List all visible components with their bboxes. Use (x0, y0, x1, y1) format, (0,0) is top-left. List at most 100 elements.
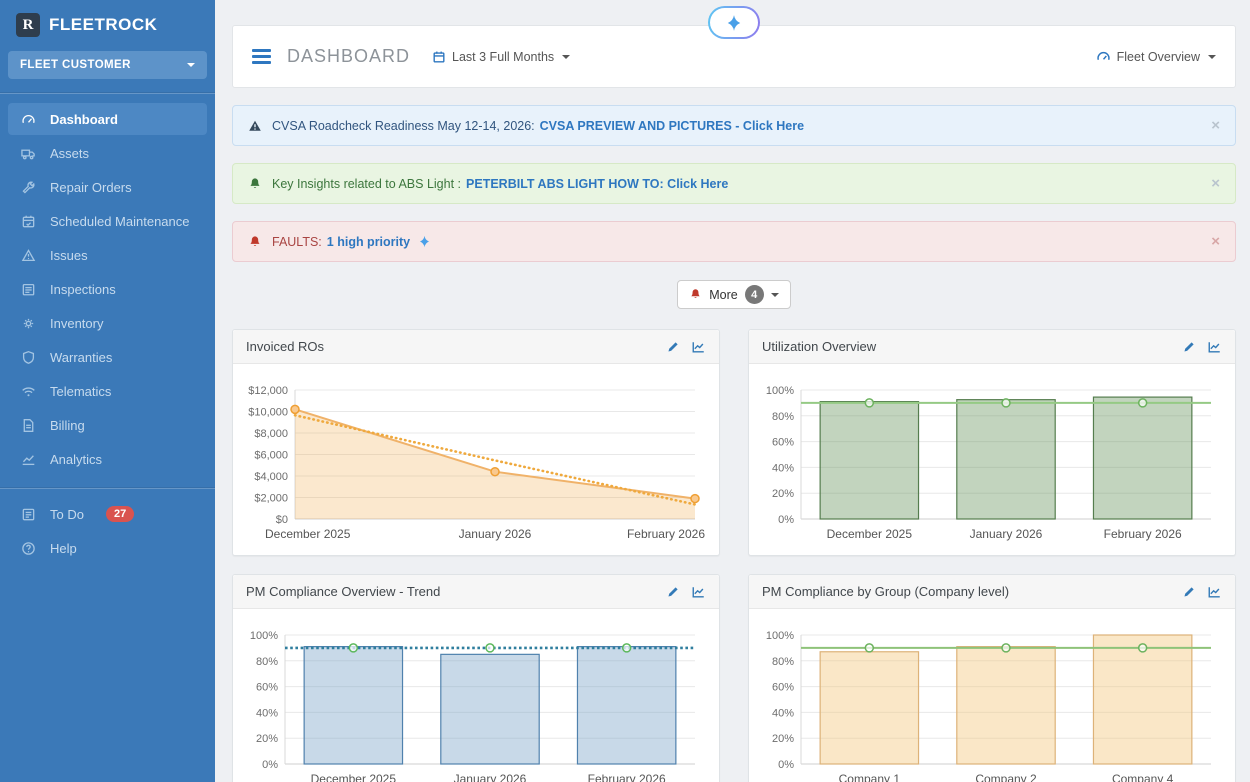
more-label: More (709, 288, 737, 302)
alert-text: FAULTS: (272, 235, 322, 249)
more-alerts-button[interactable]: More 4 (677, 280, 790, 309)
scope-dropdown[interactable]: Fleet Overview (1096, 49, 1216, 64)
bell-icon (689, 288, 702, 301)
sidebar-item-inventory[interactable]: Inventory (8, 307, 207, 339)
svg-text:Company 4: Company 4 (1112, 772, 1174, 782)
sidebar-item-issues[interactable]: Issues (8, 239, 207, 271)
close-icon[interactable]: × (1211, 118, 1220, 133)
bell-icon (248, 235, 262, 249)
menu-toggle-icon[interactable] (252, 49, 271, 64)
warning-icon (20, 247, 37, 263)
svg-text:0%: 0% (778, 759, 794, 771)
svg-text:$8,000: $8,000 (254, 428, 288, 440)
chart-type-icon[interactable] (1207, 585, 1222, 599)
date-range-dropdown[interactable]: Last 3 Full Months (432, 50, 570, 64)
chart-type-icon[interactable] (1207, 340, 1222, 354)
sparkle-icon (710, 8, 758, 37)
svg-text:20%: 20% (772, 488, 794, 500)
svg-text:February 2026: February 2026 (588, 772, 666, 782)
svg-text:60%: 60% (772, 682, 794, 694)
alert-link[interactable]: CVSA PREVIEW AND PICTURES - Click Here (540, 119, 804, 133)
sidebar-item-label: Assets (50, 146, 89, 161)
app-root: R FLEETROCK FLEET CUSTOMER Dashboard Asse… (0, 0, 1250, 782)
bell-icon (248, 177, 262, 191)
sidebar-item-label: Dashboard (50, 112, 118, 127)
edit-pencil-icon[interactable] (667, 585, 680, 598)
card-title: Utilization Overview (762, 339, 876, 354)
alerts-region: CVSA Roadcheck Readiness May 12-14, 2026… (232, 105, 1236, 262)
svg-text:February 2026: February 2026 (1104, 527, 1182, 541)
sidebar-footer-nav: To Do27 Help (0, 497, 215, 565)
svg-text:$6,000: $6,000 (254, 450, 288, 462)
svg-text:December 2025: December 2025 (827, 527, 913, 541)
card-title: Invoiced ROs (246, 339, 324, 354)
svg-text:December 2025: December 2025 (311, 772, 397, 782)
sidebar-item-warranties[interactable]: Warranties (8, 341, 207, 373)
chartline-icon (20, 451, 37, 467)
sidebar-item-label: Analytics (50, 452, 102, 467)
main-content: DASHBOARD Last 3 Full Months Fleet Overv… (215, 0, 1250, 782)
card-utilization-overview: Utilization Overview 0%20%40%60%80%100%D… (748, 329, 1236, 556)
document-icon (20, 417, 37, 433)
edit-pencil-icon[interactable] (1183, 340, 1196, 353)
tasks-icon (20, 506, 37, 522)
svg-text:January 2026: January 2026 (970, 527, 1043, 541)
brand-name: FLEETROCK (49, 15, 157, 35)
edit-pencil-icon[interactable] (1183, 585, 1196, 598)
calendar-icon (20, 213, 37, 229)
sidebar-item-billing[interactable]: Billing (8, 409, 207, 441)
sidebar-item-help[interactable]: Help (8, 532, 207, 564)
more-row: More 4 (232, 280, 1236, 309)
svg-text:Company 1: Company 1 (839, 772, 901, 782)
card-pm-compliance-by-group: PM Compliance by Group (Company level) 0… (748, 574, 1236, 782)
svg-text:60%: 60% (256, 682, 278, 694)
sidebar-item-repair-orders[interactable]: Repair Orders (8, 171, 207, 203)
fleet-customer-label: FLEET CUSTOMER (20, 59, 131, 71)
svg-text:Company 2: Company 2 (975, 772, 1037, 782)
svg-text:80%: 80% (772, 656, 794, 668)
svg-text:20%: 20% (772, 733, 794, 745)
shield-icon (20, 349, 37, 365)
alert-link[interactable]: 1 high priority (327, 235, 410, 249)
sidebar-item-assets[interactable]: Assets (8, 137, 207, 169)
card-header: PM Compliance Overview - Trend (233, 575, 719, 609)
svg-text:$2,000: $2,000 (254, 493, 288, 505)
page-title: DASHBOARD (287, 46, 410, 67)
card-title: PM Compliance Overview - Trend (246, 584, 440, 599)
chart-type-icon[interactable] (691, 340, 706, 354)
alert-banner-info: CVSA Roadcheck Readiness May 12-14, 2026… (232, 105, 1236, 146)
svg-text:100%: 100% (766, 385, 794, 397)
sidebar-item-label: Billing (50, 418, 85, 433)
svg-text:0%: 0% (778, 514, 794, 526)
close-icon[interactable]: × (1211, 234, 1220, 249)
alert-link[interactable]: PETERBILT ABS LIGHT HOW TO: Click Here (466, 177, 728, 191)
svg-text:0%: 0% (262, 759, 278, 771)
sidebar-item-inspections[interactable]: Inspections (8, 273, 207, 305)
sidebar-item-label: Help (50, 541, 77, 556)
sidebar-item-label: Inventory (50, 316, 103, 331)
sidebar-item-label: Issues (50, 248, 88, 263)
close-icon[interactable]: × (1211, 176, 1220, 191)
fleet-customer-dropdown[interactable]: FLEET CUSTOMER (8, 51, 207, 79)
sidebar-item-analytics[interactable]: Analytics (8, 443, 207, 475)
sidebar-item-telematics[interactable]: Telematics (8, 375, 207, 407)
chevron-down-icon (187, 63, 195, 67)
brand: R FLEETROCK (0, 0, 215, 47)
svg-text:20%: 20% (256, 733, 278, 745)
svg-text:$4,000: $4,000 (254, 471, 288, 483)
ai-assistant-button[interactable] (708, 6, 760, 39)
sidebar-item-label: Repair Orders (50, 180, 132, 195)
sidebar-divider (0, 93, 215, 94)
svg-text:$12,000: $12,000 (248, 385, 288, 397)
alert-banner-danger: FAULTS: 1 high priority × (232, 221, 1236, 262)
sidebar-item-to-do[interactable]: To Do27 (8, 498, 207, 530)
alert-banner-success: Key Insights related to ABS Light :PETER… (232, 163, 1236, 204)
alert-text: CVSA Roadcheck Readiness May 12-14, 2026… (272, 119, 535, 133)
sidebar-item-scheduled-maintenance[interactable]: Scheduled Maintenance (8, 205, 207, 237)
edit-pencil-icon[interactable] (667, 340, 680, 353)
chevron-down-icon (771, 293, 779, 297)
chart-type-icon[interactable] (691, 585, 706, 599)
sidebar-item-dashboard[interactable]: Dashboard (8, 103, 207, 135)
wifi-icon (20, 383, 37, 399)
gauge-icon (20, 111, 37, 127)
